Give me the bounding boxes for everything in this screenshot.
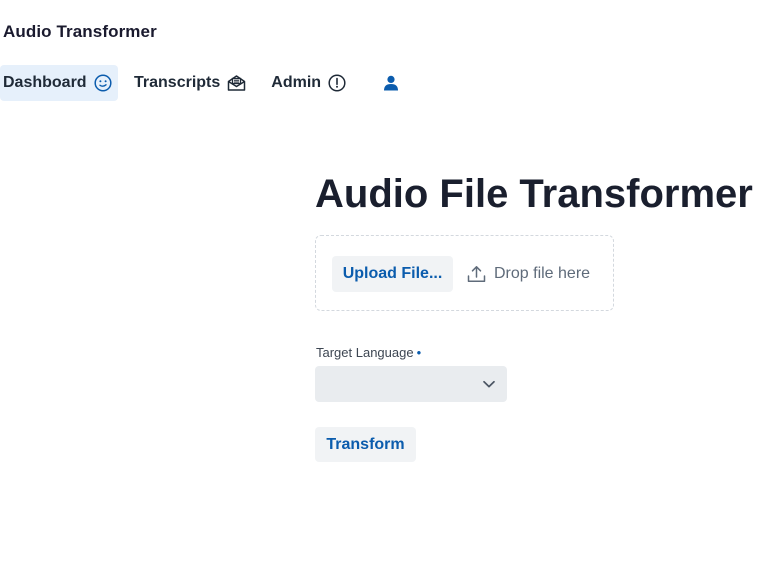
chevron-down-icon [482, 377, 496, 396]
target-language-label: Target Language • [316, 345, 421, 360]
transform-button[interactable]: Transform [315, 427, 416, 462]
main-nav: Dashboard Transcripts Admin [0, 65, 409, 101]
alert-circle-icon [328, 74, 346, 92]
target-language-select[interactable] [315, 366, 507, 402]
upload-icon [467, 265, 486, 283]
nav-item-admin[interactable]: Admin [256, 65, 356, 101]
user-icon [383, 75, 399, 91]
open-envelope-icon [227, 74, 246, 92]
nav-item-label: Admin [271, 74, 322, 91]
required-marker: • [416, 345, 422, 360]
nav-item-label: Dashboard [3, 74, 87, 91]
nav-item-transcripts[interactable]: Transcripts [118, 65, 256, 101]
page-title: Audio File Transformer [315, 172, 753, 216]
nav-item-dashboard[interactable]: Dashboard [0, 65, 118, 101]
upload-file-button[interactable]: Upload File... [332, 256, 453, 292]
file-dropzone[interactable]: Upload File... Drop file here [315, 235, 614, 311]
drop-hint-text: Drop file here [494, 265, 591, 282]
nav-item-user[interactable] [356, 65, 409, 101]
nav-item-label: Transcripts [134, 74, 221, 91]
target-language-label-text: Target Language [316, 345, 414, 360]
smile-face-icon [94, 74, 112, 92]
drop-hint: Drop file here [467, 265, 590, 283]
app-title: Audio Transformer [3, 22, 157, 41]
